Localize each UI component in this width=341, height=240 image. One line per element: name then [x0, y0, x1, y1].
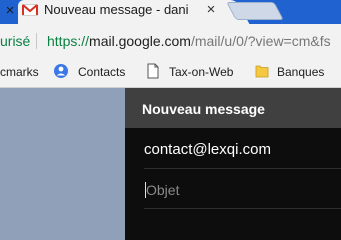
bookmark-bookmarks[interactable]: cmarks: [0, 64, 39, 80]
compose-header[interactable]: Nouveau message: [125, 88, 341, 128]
recipient-divider: [144, 168, 341, 169]
url-field[interactable]: https://mail.google.com/mail/u/0/?view=c…: [47, 32, 331, 50]
text-cursor: [145, 182, 146, 198]
tab-close-icon[interactable]: ×: [203, 1, 219, 19]
page-icon: [147, 63, 159, 79]
browser-tab-strip: × Nouveau message - dani ×: [0, 0, 341, 24]
previous-tab-close-icon[interactable]: ×: [2, 3, 18, 19]
folder-icon: [255, 65, 269, 78]
url-host: mail.google.com: [89, 33, 191, 49]
compose-title: Nouveau message: [142, 101, 265, 117]
person-icon: [54, 64, 68, 78]
security-indicator[interactable]: urisé: [0, 32, 30, 50]
gmail-icon: [22, 4, 38, 16]
address-bar[interactable]: urisé https://mail.google.com/mail/u/0/?…: [0, 24, 341, 57]
url-path: /mail/u/0/?view=cm&fs: [190, 33, 331, 49]
subject-input[interactable]: [144, 180, 334, 200]
url-separator: [36, 33, 37, 49]
new-tab-button[interactable]: [226, 2, 284, 20]
compose-window: Nouveau message contact@lexqi.com: [125, 88, 341, 240]
url-scheme: https://: [47, 33, 90, 49]
bookmark-tax-on-web[interactable]: Tax-on-Web: [169, 64, 233, 80]
bookmark-banques[interactable]: Banques: [277, 64, 324, 80]
bookmarks-bar: cmarks Contacts Tax-on-Web Banques: [0, 57, 341, 88]
bookmark-contacts[interactable]: Contacts: [78, 64, 125, 80]
gmail-background: [0, 88, 125, 240]
tab-title: Nouveau message - dani: [44, 2, 189, 17]
recipient-field[interactable]: contact@lexqi.com: [144, 140, 271, 160]
subject-divider: [144, 208, 341, 209]
